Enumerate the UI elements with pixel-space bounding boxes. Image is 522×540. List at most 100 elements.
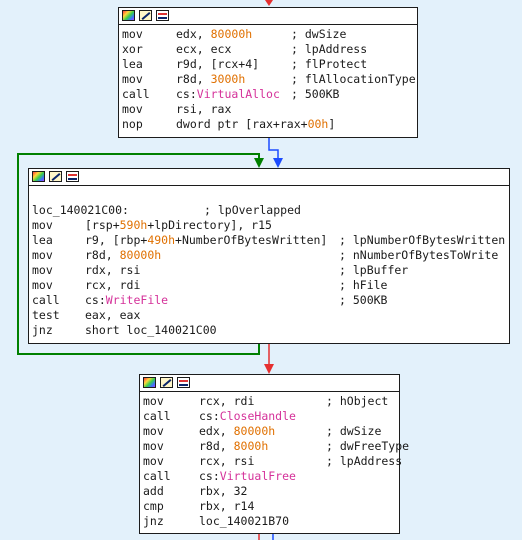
operand-text: ] [328, 117, 336, 131]
operands: r8d, 8000h [199, 439, 268, 454]
mnemonic: mov [32, 218, 53, 232]
operands: short loc_140021C00 [85, 323, 217, 338]
instruction-line[interactable]: jnz loc_140021B70 [140, 514, 399, 529]
rename-pencil-icon[interactable] [49, 171, 62, 182]
operand-text: cs: [85, 293, 106, 307]
instruction-line[interactable]: call cs:WriteFile ; 500KB [29, 293, 509, 308]
instruction-line[interactable]: mov rcx, rsi ; lpAddress [140, 454, 402, 469]
edge-into-block1-arrow [265, 0, 273, 6]
code-block-3[interactable]: mov rcx, rdi; hObject call cs:CloseHandle mo… [139, 374, 409, 534]
operand-text: rbx, r14 [199, 499, 255, 513]
instruction-line[interactable]: lea r9, [rbp+490h+NumberOfBytesWritten] ; … [29, 233, 509, 248]
operands: dword ptr [rax+rax+00h] [176, 117, 335, 132]
mnemonic: lea [32, 233, 53, 247]
instruction-line[interactable]: xor ecx, ecx ; lpAddress [119, 42, 417, 57]
mnemonic: call [143, 409, 171, 423]
operands: loc_140021B70 [199, 514, 289, 529]
api-name[interactable]: VirtualAlloc [197, 87, 280, 101]
comment: ; flAllocationType [291, 72, 416, 86]
operand-text: rsi, rax [176, 102, 232, 116]
operand-text: eax, eax [85, 308, 141, 322]
instruction-line[interactable]: call cs:VirtualFree [140, 469, 399, 484]
immediate-value: 80000h [210, 27, 253, 41]
mnemonic: test [32, 308, 60, 322]
mnemonic: mov [143, 424, 164, 438]
operands: edx, 80000h [176, 27, 252, 42]
operand-text: rcx, rdi [85, 278, 141, 292]
operands: r9, [rbp+490h+NumberOfBytesWritten] [85, 233, 327, 248]
instruction-line[interactable]: mov rdx, rsi ; lpBuffer [29, 263, 509, 278]
operand-text: ecx, ecx [176, 42, 232, 56]
operand-text: cs: [199, 469, 220, 483]
instruction-line[interactable]: mov edx, 80000h ; dwSize [140, 424, 399, 439]
operands: rbx, 32 [199, 484, 247, 499]
operands: rcx, rdi [85, 278, 140, 293]
immediate-value: 80000h [119, 248, 162, 262]
block-titlebar [140, 375, 399, 392]
graph-overview-icon[interactable] [66, 171, 79, 182]
instruction-line[interactable]: nop dword ptr [rax+rax+00h] [119, 117, 417, 132]
operand-text: rdx, rsi [85, 263, 141, 277]
instruction-line[interactable]: lea r9d, [rcx+4] ; flProtect [119, 57, 417, 72]
color-palette-icon[interactable] [122, 10, 135, 21]
edge-block1-to-block2-arrow [273, 158, 283, 168]
graph-overview-icon[interactable] [177, 377, 190, 388]
operand-text: rcx, rdi [199, 394, 255, 408]
comment: ; hFile [339, 278, 388, 292]
code-block-2[interactable]: loc_140021C00: ; lpOverlapped mov [rsp+590h… [28, 168, 510, 344]
operands: cs:VirtualFree [199, 469, 296, 484]
mnemonic: mov [122, 27, 143, 41]
operands: r8d, 80000h [85, 248, 161, 263]
instruction-list: mov edx, 80000h ; dwSize xor ecx, ecx ; lpAdd… [119, 25, 417, 132]
operands: cs:WriteFile [85, 293, 168, 308]
instruction-line[interactable]: call cs:VirtualAlloc ; 500KB [119, 87, 417, 102]
instruction-line[interactable]: mov edx, 80000h ; dwSize [119, 27, 417, 42]
api-name[interactable]: CloseHandle [220, 409, 296, 423]
rename-pencil-icon[interactable] [139, 10, 152, 21]
code-block-1[interactable]: mov edx, 80000h ; dwSize xor ecx, ecx ; lpAdd… [118, 7, 418, 138]
operands: r8d, 3000h [176, 72, 245, 87]
operand-text: +NumberOfBytesWritten] [175, 233, 328, 247]
mnemonic: mov [143, 394, 164, 408]
comment: ; dwSize [291, 27, 347, 41]
instruction-line[interactable]: mov r8d, 80000h ; nNumberOfBytesToWrite [29, 248, 509, 263]
immediate-value: 490h [147, 233, 176, 247]
instruction-line[interactable]: mov [rsp+590h+lpDirectory], r15 [29, 218, 509, 233]
instruction-line[interactable]: mov rcx, rdi ; hFile [29, 278, 509, 293]
operands: rdx, rsi [85, 263, 140, 278]
operand-text: edx, [199, 424, 234, 438]
instruction-line[interactable]: call cs:CloseHandle [140, 409, 399, 424]
color-palette-icon[interactable] [32, 171, 45, 182]
instruction-line[interactable]: jnz short loc_140021C00 [29, 323, 509, 338]
mnemonic: mov [122, 72, 143, 86]
operand-text: rbx, 32 [199, 484, 248, 498]
instruction-list: mov rcx, rdi; hObject call cs:CloseHandle mo… [140, 392, 409, 529]
comment: ; nNumberOfBytesToWrite [339, 248, 499, 262]
operand-text: loc_140021B70 [199, 514, 290, 528]
instruction-line[interactable]: mov rsi, rax [119, 102, 417, 117]
edge-block2-loop-back-arrow [254, 158, 264, 168]
api-name[interactable]: WriteFile [106, 293, 168, 307]
mnemonic: jnz [143, 514, 164, 528]
graph-overview-icon[interactable] [156, 10, 169, 21]
mnemonic: call [32, 293, 60, 307]
api-name[interactable]: VirtualFree [220, 469, 296, 483]
mnemonic: call [143, 469, 171, 483]
instruction-line[interactable]: mov r8d, 3000h ; flAllocationType [119, 72, 417, 87]
operand-text: dword ptr [rax+rax+ [176, 117, 308, 131]
rename-pencil-icon[interactable] [160, 377, 173, 388]
mnemonic: mov [32, 278, 53, 292]
mnemonic: mov [32, 263, 53, 277]
instruction-line[interactable]: cmp rbx, r14 [140, 499, 399, 514]
instruction-line[interactable]: add rbx, 32 [140, 484, 399, 499]
instruction-line[interactable]: mov rcx, rdi ; hObject [140, 394, 399, 409]
operand-text: r9d, [rcx+4] [176, 57, 260, 71]
mnemonic: call [122, 87, 150, 101]
code-label-line[interactable]: loc_140021C00: ; lpOverlapped [29, 203, 509, 218]
immediate-value: 3000h [210, 72, 246, 86]
mnemonic: lea [122, 57, 143, 71]
color-palette-icon[interactable] [143, 377, 156, 388]
instruction-line[interactable]: test eax, eax [29, 308, 509, 323]
instruction-line[interactable]: mov r8d, 8000h ; dwFreeType [140, 439, 409, 454]
operands: rsi, rax [176, 102, 231, 117]
